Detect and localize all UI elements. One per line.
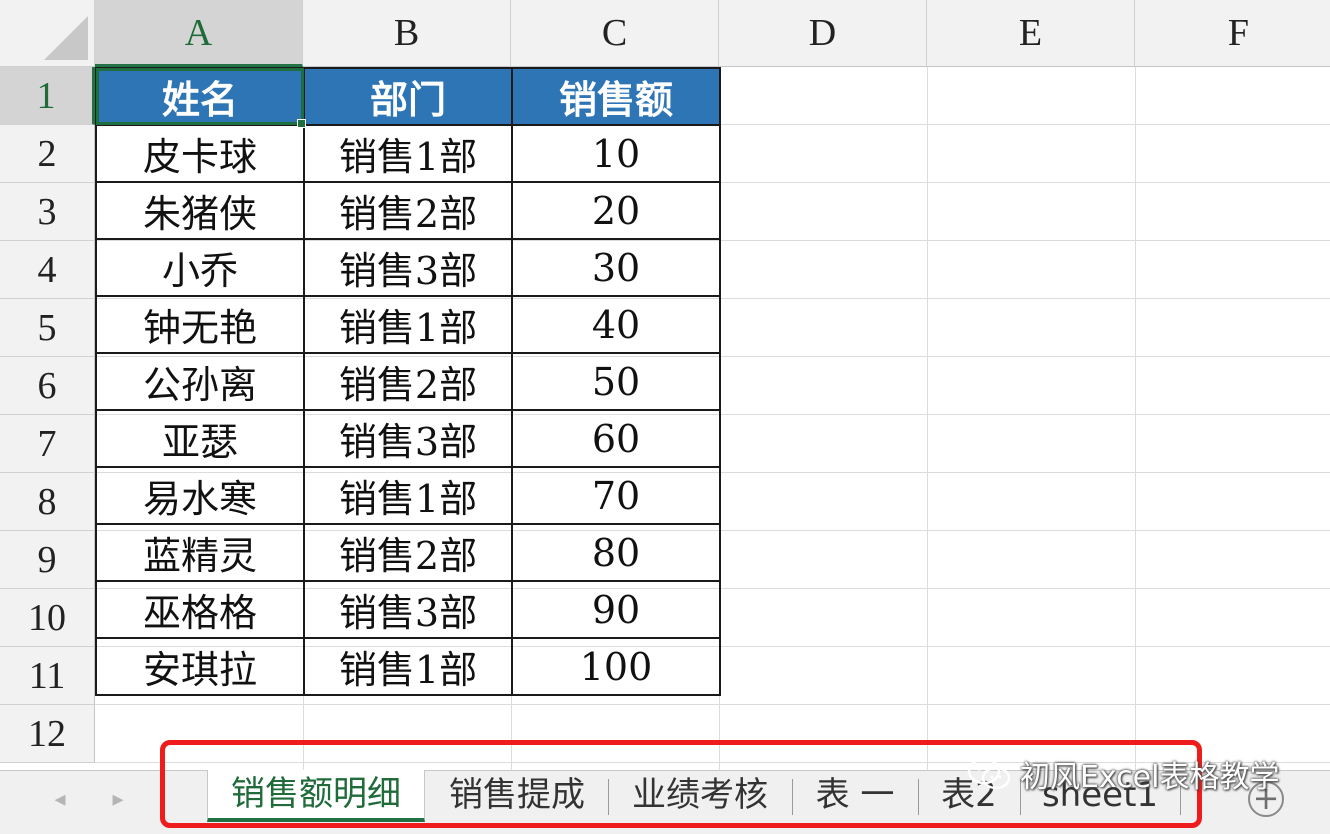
tab-separator bbox=[608, 779, 609, 815]
table-row: 公孙离 销售2部 50 bbox=[95, 352, 721, 411]
tab-performance-review[interactable]: 业绩考核 bbox=[610, 771, 790, 823]
tab-sales-commission[interactable]: 销售提成 bbox=[428, 771, 606, 823]
cell-dept[interactable]: 销售1部 bbox=[303, 637, 513, 696]
table-row: 蓝精灵 销售2部 80 bbox=[95, 523, 721, 582]
cell-dept[interactable]: 销售3部 bbox=[303, 238, 513, 297]
row-header-12[interactable]: 12 bbox=[0, 705, 95, 763]
row-header-1[interactable]: 1 bbox=[0, 67, 95, 125]
column-header-c[interactable]: C bbox=[511, 0, 719, 67]
cell-name[interactable]: 易水寒 bbox=[95, 466, 305, 525]
wechat-icon bbox=[967, 757, 1011, 790]
cell-c1-sales-header[interactable]: 销售额 bbox=[511, 67, 721, 126]
table-row: 巫格格 销售3部 90 bbox=[95, 580, 721, 639]
cell-a1-name-header[interactable]: 姓名 bbox=[95, 67, 305, 126]
cell-dept[interactable]: 销售3部 bbox=[303, 580, 513, 639]
column-header-f[interactable]: F bbox=[1135, 0, 1330, 67]
cell-sales[interactable]: 50 bbox=[511, 352, 721, 411]
watermark-text: 初风Excel表格教学 bbox=[1020, 760, 1280, 795]
cell-name[interactable]: 公孙离 bbox=[95, 352, 305, 411]
cell-dept[interactable]: 销售1部 bbox=[303, 124, 513, 183]
select-all-corner[interactable] bbox=[0, 0, 95, 67]
cell-dept[interactable]: 销售2部 bbox=[303, 523, 513, 582]
fill-handle[interactable] bbox=[297, 119, 306, 128]
column-header-a[interactable]: A bbox=[95, 0, 303, 67]
gridline-vertical bbox=[1135, 67, 1136, 770]
cell-dept[interactable]: 销售2部 bbox=[303, 181, 513, 240]
row-header-5[interactable]: 5 bbox=[0, 299, 95, 357]
cell-name[interactable]: 小乔 bbox=[95, 238, 305, 297]
cell-name[interactable]: 巫格格 bbox=[95, 580, 305, 639]
row-header-9[interactable]: 9 bbox=[0, 531, 95, 589]
cell-name[interactable]: 安琪拉 bbox=[95, 637, 305, 696]
cell-name[interactable]: 皮卡球 bbox=[95, 124, 305, 183]
row-header-11[interactable]: 11 bbox=[0, 647, 95, 705]
cell-sales[interactable]: 80 bbox=[511, 523, 721, 582]
tab-separator bbox=[792, 779, 793, 815]
cell-b1-dept-header[interactable]: 部门 bbox=[303, 67, 513, 126]
cell-sales[interactable]: 30 bbox=[511, 238, 721, 297]
column-header-d[interactable]: D bbox=[719, 0, 927, 67]
worksheet-grid: A B C D E F 1 2 3 4 5 6 7 8 9 10 11 12 姓… bbox=[0, 0, 1330, 770]
cell-dept[interactable]: 销售1部 bbox=[303, 295, 513, 354]
cell-sales[interactable]: 100 bbox=[511, 637, 721, 696]
watermark: 初风Excel表格教学 bbox=[966, 752, 1279, 796]
table-row: 易水寒 销售1部 70 bbox=[95, 466, 721, 525]
select-all-triangle-icon bbox=[44, 16, 88, 60]
chevron-right-icon[interactable]: ▸ bbox=[104, 785, 132, 815]
cell-dept[interactable]: 销售1部 bbox=[303, 466, 513, 525]
cell-sales[interactable]: 20 bbox=[511, 181, 721, 240]
spreadsheet-window: A B C D E F 1 2 3 4 5 6 7 8 9 10 11 12 姓… bbox=[0, 0, 1330, 834]
table-row: 朱猪侠 销售2部 20 bbox=[95, 181, 721, 240]
row-header-8[interactable]: 8 bbox=[0, 473, 95, 531]
table-row: 安琪拉 销售1部 100 bbox=[95, 637, 721, 696]
tab-separator bbox=[918, 779, 919, 815]
row-header-3[interactable]: 3 bbox=[0, 183, 95, 241]
table-row: 亚瑟 销售3部 60 bbox=[95, 409, 721, 468]
cell-name[interactable]: 钟无艳 bbox=[95, 295, 305, 354]
cell-sales[interactable]: 90 bbox=[511, 580, 721, 639]
column-header-b[interactable]: B bbox=[303, 0, 511, 67]
row-header-4[interactable]: 4 bbox=[0, 241, 95, 299]
tab-sales-detail[interactable]: 销售额明细 bbox=[207, 770, 425, 822]
cell-sales[interactable]: 70 bbox=[511, 466, 721, 525]
cell-name[interactable]: 亚瑟 bbox=[95, 409, 305, 468]
cell-sales[interactable]: 60 bbox=[511, 409, 721, 468]
cell-name[interactable]: 蓝精灵 bbox=[95, 523, 305, 582]
cell-dept[interactable]: 销售3部 bbox=[303, 409, 513, 468]
tab-table-one[interactable]: 表 一 bbox=[794, 771, 916, 823]
row-header-2[interactable]: 2 bbox=[0, 125, 95, 183]
cell-name[interactable]: 朱猪侠 bbox=[95, 181, 305, 240]
table-row: 小乔 销售3部 30 bbox=[95, 238, 721, 297]
gridline-vertical bbox=[927, 67, 928, 770]
row-header-10[interactable]: 10 bbox=[0, 589, 95, 647]
sales-table: 姓名 部门 销售额 皮卡球 销售1部 10 朱猪侠 销售2部 20 小乔 销售3… bbox=[95, 67, 721, 696]
row-header-6[interactable]: 6 bbox=[0, 357, 95, 415]
table-row: 钟无艳 销售1部 40 bbox=[95, 295, 721, 354]
row-header-7[interactable]: 7 bbox=[0, 415, 95, 473]
cell-sales[interactable]: 40 bbox=[511, 295, 721, 354]
cell-dept[interactable]: 销售2部 bbox=[303, 352, 513, 411]
chevron-left-icon[interactable]: ◂ bbox=[46, 785, 74, 815]
cell-sales[interactable]: 10 bbox=[511, 124, 721, 183]
table-header-row: 姓名 部门 销售额 bbox=[95, 67, 721, 126]
gridline-horizontal bbox=[95, 704, 1330, 705]
column-header-e[interactable]: E bbox=[927, 0, 1135, 67]
table-row: 皮卡球 销售1部 10 bbox=[95, 124, 721, 183]
